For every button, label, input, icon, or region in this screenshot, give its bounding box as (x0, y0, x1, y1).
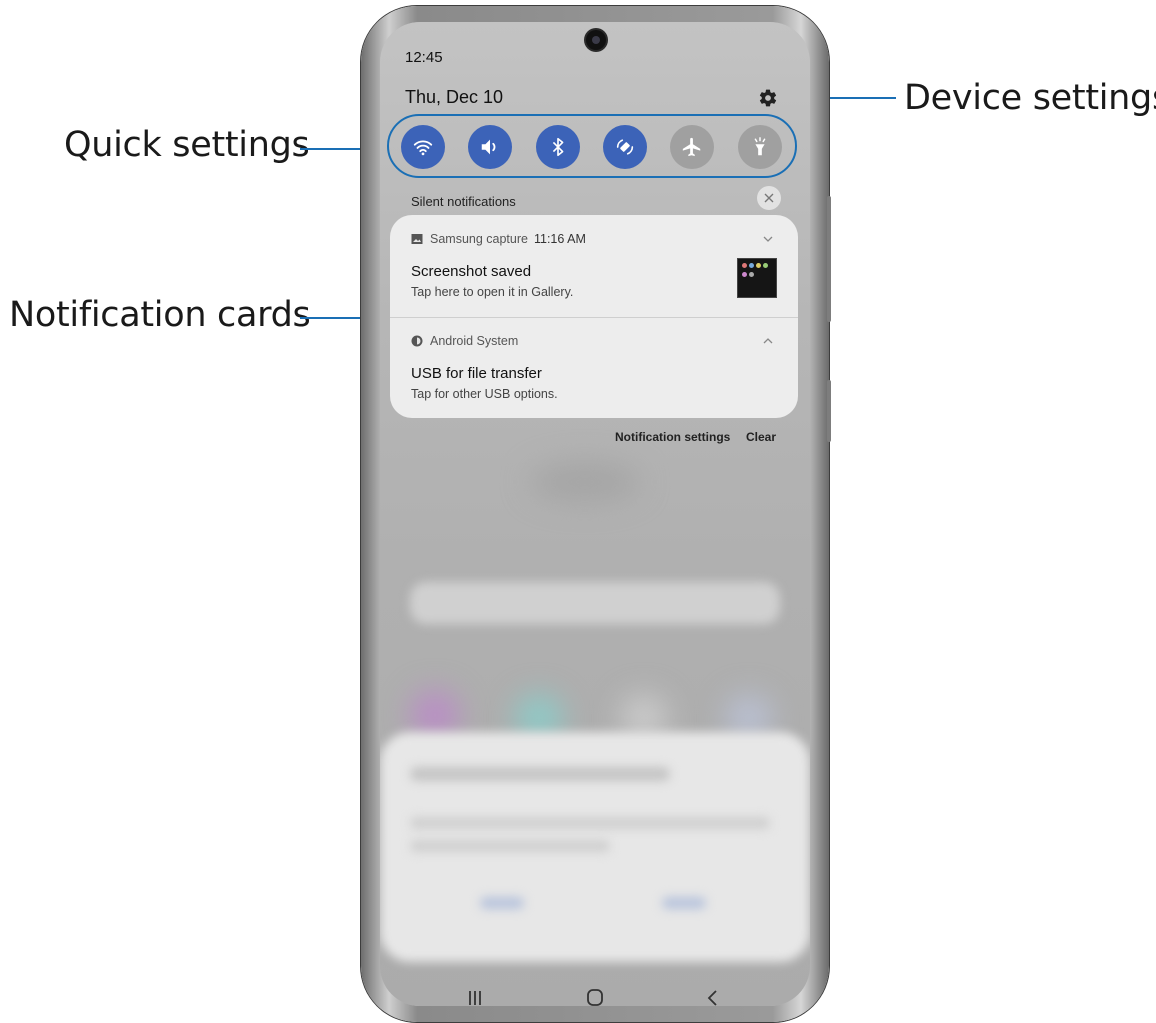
front-camera (586, 30, 606, 50)
notification-app-row: Samsung capture 11:16 AM (411, 232, 586, 246)
notification-text: Tap here to open it in Gallery. (411, 285, 574, 299)
device-settings-callout: Device settings (904, 78, 1156, 118)
notification-title: USB for file transfer (411, 365, 542, 382)
notification-title: Screenshot saved (411, 263, 532, 280)
gear-icon[interactable] (758, 88, 778, 108)
phone-screen: 12:45 Thu, Dec 10 Silent notifications S… (380, 22, 810, 1006)
notification-time: 11:16 AM (533, 232, 586, 246)
notification-text: Tap for other USB options. (411, 387, 558, 401)
navigation-bar (380, 988, 810, 1006)
volume-button (827, 196, 831, 322)
back-icon[interactable] (706, 988, 720, 1006)
screenshot-thumbnail (737, 258, 777, 298)
auto-rotate-icon (616, 139, 634, 155)
blurred-widget (530, 462, 640, 502)
auto-rotate-toggle[interactable] (603, 125, 647, 169)
notification-app-name: Android System (430, 334, 519, 348)
wifi-icon (413, 140, 433, 156)
notification-app-row: Android System (411, 334, 518, 348)
blurred-text-line (410, 817, 770, 829)
power-button (827, 380, 831, 442)
airplane-mode-toggle[interactable] (670, 125, 714, 169)
blurred-search-bar (410, 582, 780, 624)
sound-toggle[interactable] (468, 125, 512, 169)
gallery-icon (411, 234, 423, 244)
chevron-down-icon[interactable] (762, 234, 774, 244)
android-system-icon (411, 335, 423, 347)
notification-app-name: Samsung capture (430, 232, 528, 246)
silent-notifications-header: Silent notifications (411, 194, 516, 209)
notification-cards-callout: Notification cards (9, 295, 311, 335)
blurred-text-line (410, 840, 610, 852)
bluetooth-toggle[interactable] (536, 125, 580, 169)
blurred-button (662, 897, 706, 909)
notification-settings-button[interactable]: Notification settings (615, 430, 730, 444)
wifi-toggle[interactable] (401, 125, 445, 169)
flashlight-toggle[interactable] (738, 125, 782, 169)
sound-icon (481, 139, 496, 155)
home-icon[interactable] (586, 988, 604, 1006)
bluetooth-icon (552, 137, 564, 157)
flashlight-icon (754, 137, 766, 156)
blurred-button (480, 897, 524, 909)
status-date: Thu, Dec 10 (405, 87, 504, 107)
notification-card[interactable]: Android System USB for file transfer Tap… (390, 317, 798, 418)
dismiss-button[interactable] (757, 186, 781, 210)
blurred-text-line (410, 767, 670, 781)
status-time: 12:45 (405, 49, 443, 66)
recent-apps-icon[interactable] (468, 988, 482, 1006)
notification-cards: Samsung capture 11:16 AM Screenshot save… (390, 215, 798, 418)
airplane-mode-icon (682, 137, 701, 157)
clear-button[interactable]: Clear (746, 430, 776, 444)
quick-settings-panel (401, 125, 793, 169)
chevron-up-icon[interactable] (762, 336, 774, 346)
notification-card[interactable]: Samsung capture 11:16 AM Screenshot save… (390, 215, 798, 318)
close-icon (764, 193, 774, 203)
quick-settings-callout: Quick settings (64, 125, 310, 165)
